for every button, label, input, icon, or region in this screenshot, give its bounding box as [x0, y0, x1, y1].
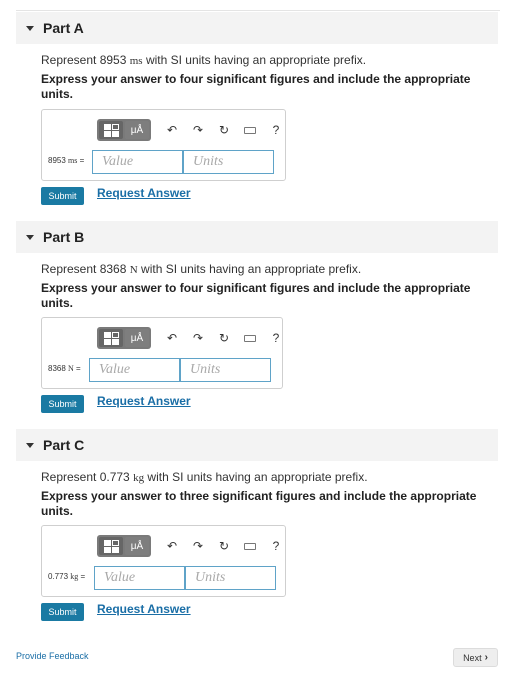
undo-icon[interactable]: ↶: [159, 539, 185, 553]
units-button[interactable]: μÅ: [125, 329, 149, 347]
top-divider: [16, 10, 500, 11]
eq-unit: N: [68, 364, 74, 373]
equation-label: 8368 N =: [48, 364, 81, 373]
redo-icon[interactable]: ↷: [185, 331, 211, 345]
provide-feedback-link[interactable]: Provide Feedback: [16, 651, 89, 661]
part-c-header[interactable]: Part C: [16, 429, 498, 461]
equation-label: 8953 ms =: [48, 156, 84, 165]
help-icon[interactable]: ?: [263, 123, 289, 137]
value-input[interactable]: Value: [94, 566, 185, 590]
value-input[interactable]: Value: [89, 358, 180, 382]
units-button[interactable]: μÅ: [125, 121, 149, 139]
prompt-text: Represent 8368: [41, 262, 127, 276]
question-prompt: Represent 8953 ms with SI units having a…: [41, 53, 366, 67]
answer-instruction: Express your answer to four significant …: [41, 72, 471, 101]
keyboard-icon[interactable]: [237, 123, 263, 137]
prompt-unit: ms: [129, 55, 143, 67]
units-input[interactable]: Units: [183, 150, 274, 174]
next-label: Next: [463, 652, 482, 663]
part-title: Part A: [43, 20, 84, 36]
request-answer-link[interactable]: Request Answer: [97, 186, 191, 200]
template-icon: [103, 539, 119, 553]
eq-unit: kg: [70, 572, 79, 581]
math-toolbar: μÅ ↶ ↷ ↻ ?: [97, 535, 289, 557]
prompt-suffix: with SI units having an appropriate pref…: [145, 53, 367, 67]
toolbar-group: μÅ: [97, 327, 151, 349]
math-toolbar: μÅ ↶ ↷ ↻ ?: [97, 119, 289, 141]
part-title: Part C: [43, 437, 85, 453]
submit-button[interactable]: Submit: [41, 187, 84, 205]
answer-instruction: Express your answer to four significant …: [41, 281, 471, 310]
prompt-text: Represent 8953: [41, 53, 127, 67]
part-a-header[interactable]: Part A: [16, 12, 498, 44]
eq-number: 8368: [48, 364, 66, 373]
help-icon[interactable]: ?: [263, 539, 289, 553]
prompt-suffix: with SI units having an appropriate pref…: [147, 470, 368, 484]
template-button[interactable]: [99, 537, 123, 555]
eq-sign: =: [79, 156, 85, 165]
part-b-section: Part B Represent 8368 N with SI units ha…: [16, 221, 498, 421]
template-icon: [103, 123, 119, 137]
answer-box: μÅ ↶ ↷ ↻ ? 8368 N = Value Units: [41, 317, 283, 389]
question-prompt: Represent 8368 N with SI units having an…: [41, 262, 361, 276]
redo-icon[interactable]: ↷: [185, 123, 211, 137]
next-button[interactable]: Next ›: [453, 648, 498, 667]
chevron-right-icon: ›: [484, 652, 488, 663]
toolbar-group: μÅ: [97, 119, 151, 141]
keyboard-icon[interactable]: [237, 539, 263, 553]
question-prompt: Represent 0.773 kg with SI units having …: [41, 470, 368, 484]
units-input[interactable]: Units: [185, 566, 276, 590]
math-toolbar: μÅ ↶ ↷ ↻ ?: [97, 327, 289, 349]
template-button[interactable]: [99, 329, 123, 347]
eq-sign: =: [80, 572, 86, 581]
units-input[interactable]: Units: [180, 358, 271, 382]
prompt-text: Represent 0.773: [41, 470, 130, 484]
eq-sign: =: [76, 364, 81, 373]
toolbar-group: μÅ: [97, 535, 151, 557]
reset-icon[interactable]: ↻: [211, 331, 237, 345]
reset-icon[interactable]: ↻: [211, 539, 237, 553]
answer-instruction: Express your answer to three significant…: [41, 489, 477, 518]
redo-icon[interactable]: ↷: [185, 539, 211, 553]
undo-icon[interactable]: ↶: [159, 331, 185, 345]
prompt-suffix: with SI units having an appropriate pref…: [141, 262, 362, 276]
prompt-unit: N: [129, 264, 138, 276]
equation-label: 0.773 kg =: [48, 572, 85, 581]
units-button[interactable]: μÅ: [125, 537, 149, 555]
keyboard-icon[interactable]: [237, 331, 263, 345]
collapse-caret-icon[interactable]: [26, 25, 34, 31]
template-button[interactable]: [99, 121, 123, 139]
reset-icon[interactable]: ↻: [211, 123, 237, 137]
answer-box: μÅ ↶ ↷ ↻ ? 0.773 kg = Value Units: [41, 525, 286, 597]
help-icon[interactable]: ?: [263, 331, 289, 345]
part-title: Part B: [43, 229, 85, 245]
part-c-section: Part C Represent 0.773 kg with SI units …: [16, 429, 498, 629]
answer-box: μÅ ↶ ↷ ↻ ? 8953 ms = Value Units: [41, 109, 286, 181]
prompt-unit: kg: [133, 472, 145, 484]
undo-icon[interactable]: ↶: [159, 123, 185, 137]
submit-button[interactable]: Submit: [41, 603, 84, 621]
template-icon: [103, 331, 119, 345]
request-answer-link[interactable]: Request Answer: [97, 602, 191, 616]
collapse-caret-icon[interactable]: [26, 234, 34, 240]
eq-number: 8953: [48, 156, 66, 165]
collapse-caret-icon[interactable]: [26, 442, 34, 448]
request-answer-link[interactable]: Request Answer: [97, 394, 191, 408]
submit-button[interactable]: Submit: [41, 395, 84, 413]
part-b-header[interactable]: Part B: [16, 221, 498, 253]
eq-unit: ms: [68, 156, 78, 165]
part-a-section: Part A Represent 8953 ms with SI units h…: [16, 12, 498, 212]
value-input[interactable]: Value: [92, 150, 183, 174]
eq-number: 0.773: [48, 572, 69, 581]
